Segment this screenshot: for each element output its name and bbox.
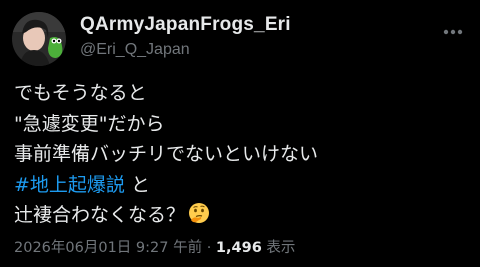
handle[interactable]: @Eri_Q_Japan [80, 40, 291, 60]
tweet-line-suffix: と [124, 173, 150, 196]
views-label: 表示 [261, 240, 296, 256]
tweet-line: 事前準備バッチリでないといけない [14, 143, 319, 165]
tweet-text: でもそうなると "急遽変更"だから事前準備バッチリでないといけない #地上起爆説 と… [14, 78, 470, 231]
meta-separator: · [202, 240, 216, 256]
tweet-line-text: 辻褄合わなくなる？ [14, 204, 186, 226]
display-name[interactable]: QArmyJapanFrogs_Eri [80, 14, 291, 36]
tweet-line: 辻褄合わなくなる？ [14, 200, 470, 231]
tweet-meta: 2026年06月01日 9:27 午前 · 1,496 表示 [14, 236, 295, 257]
hashtag-link[interactable]: #地上起爆説 [14, 174, 125, 196]
views-count: 1,496 [215, 240, 262, 256]
avatar[interactable] [12, 12, 66, 66]
tweet-line: "急遽変更"だから [14, 112, 165, 135]
thinking-face-emoji [188, 202, 210, 224]
tweet-line: #地上起爆説 と [14, 170, 470, 201]
timestamp[interactable]: 2026年06月01日 9:27 午前 [14, 240, 202, 256]
author-block: QArmyJapanFrogs_Eri @Eri_Q_Japan [80, 14, 291, 60]
tweet-line: でもそうなると [14, 82, 147, 104]
more-options-icon[interactable] [440, 22, 466, 42]
